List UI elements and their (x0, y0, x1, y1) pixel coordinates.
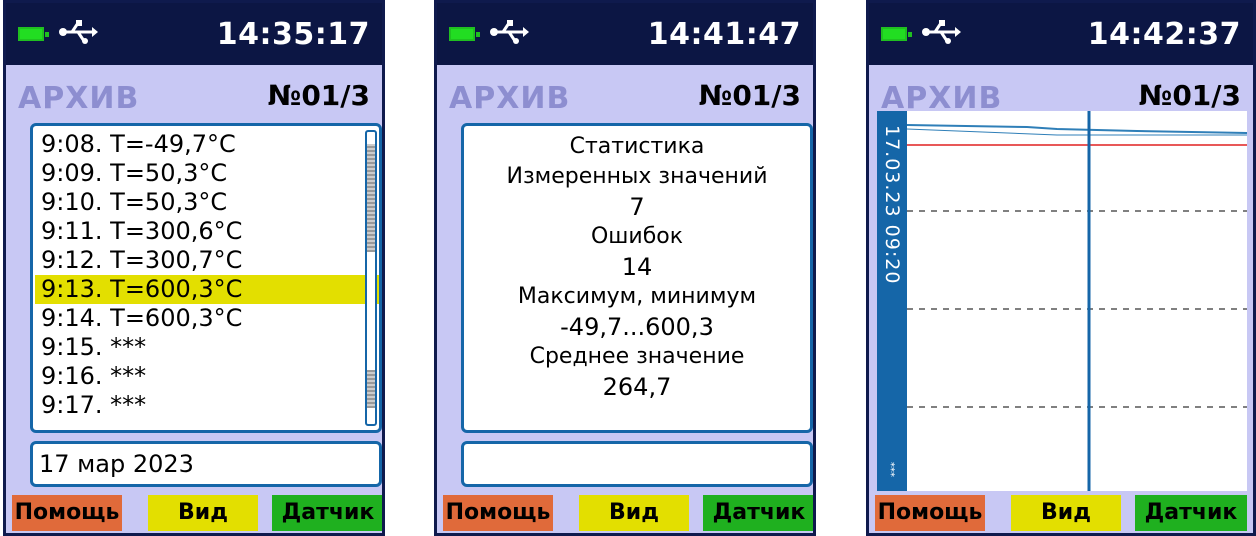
help-button[interactable]: Помощь (12, 495, 122, 531)
time-axis-marker: *** (885, 462, 896, 477)
statistics-panel: Статистика Измеренных значений 7 Ошибок … (461, 123, 813, 433)
record-number: №01/3 (267, 79, 370, 112)
clock: 14:42:37 (1087, 17, 1241, 52)
screen-title: АРХИВ (449, 81, 571, 116)
sensor-button[interactable]: Датчик (1135, 495, 1247, 531)
list-item[interactable]: 9:12. T=300,7°C (35, 246, 377, 275)
archive-list-screen: 14:35:17 АРХИВ №01/3 9:08. T=-49,7°C 9:09… (3, 0, 385, 536)
list-item-selected[interactable]: 9:13. T=600,3°C (35, 275, 379, 304)
title-bar: АРХИВ №01/3 (437, 65, 813, 116)
time-axis-label: 17.03.23 09:20 (881, 125, 903, 285)
list-item[interactable]: 9:17. *** (35, 391, 377, 420)
time-axis: 17.03.23 09:20 *** (877, 111, 907, 491)
average-label: Среднее значение (529, 344, 745, 369)
softkey-bar: Помощь Вид Датчик (869, 489, 1253, 533)
view-button[interactable]: Вид (579, 495, 689, 531)
status-bar: 14:42:37 (869, 3, 1253, 65)
title-bar: АРХИВ №01/3 (6, 65, 382, 116)
date-field: 17 мар 2023 (30, 441, 382, 487)
measured-values-label: Измеренных значений (506, 164, 768, 189)
usb-icon (490, 20, 529, 44)
status-bar: 14:41:47 (437, 3, 813, 65)
usb-icon (922, 20, 961, 44)
softkey-bar: Помощь Вид Датчик (437, 489, 813, 533)
clock: 14:41:47 (647, 17, 801, 52)
archive-list[interactable]: 9:08. T=-49,7°C 9:09. T=50,3°C 9:10. T=50,… (30, 123, 382, 433)
list-item[interactable]: 9:15. *** (35, 333, 377, 362)
statistics-screen: 14:41:47 АРХИВ №01/3 Статистика Измеренн… (434, 0, 816, 536)
scrollbar[interactable] (363, 126, 379, 430)
empty-field (461, 441, 813, 487)
temperature-trace (907, 124, 1247, 134)
battery-icon (449, 27, 480, 41)
status-bar: 14:35:17 (6, 3, 382, 65)
softkey-bar: Помощь Вид Датчик (6, 489, 382, 533)
errors-label: Ошибок (590, 224, 684, 249)
stats-heading: Статистика (569, 134, 705, 159)
sensor-button[interactable]: Датчик (703, 495, 813, 531)
view-button[interactable]: Вид (148, 495, 258, 531)
errors-count: 14 (621, 253, 653, 281)
list-container: 9:08. T=-49,7°C 9:09. T=50,3°C 9:10. T=50,… (35, 130, 379, 420)
help-button[interactable]: Помощь (443, 495, 553, 531)
trend-graph[interactable]: 17.03.23 09:20 *** (877, 111, 1247, 491)
battery-icon (881, 27, 912, 41)
record-number: №01/3 (698, 79, 801, 112)
list-item[interactable]: 9:10. T=50,3°C (35, 188, 377, 217)
sensor-button[interactable]: Датчик (272, 495, 382, 531)
minmax-value: -49,7...600,3 (560, 313, 714, 341)
measured-count: 7 (629, 193, 645, 221)
minmax-label: Максимум, минимум (517, 284, 757, 309)
list-item[interactable]: 9:16. *** (35, 362, 377, 391)
screen-title: АРХИВ (18, 81, 140, 116)
scrollbar-thumb[interactable] (367, 144, 375, 252)
list-item[interactable]: 9:11. T=300,6°C (35, 217, 377, 246)
usb-icon (59, 20, 98, 44)
average-value: 264,7 (602, 373, 672, 401)
graph-plot (907, 111, 1247, 491)
record-number: №01/3 (1138, 79, 1241, 112)
list-item[interactable]: 9:14. T=600,3°C (35, 304, 377, 333)
title-bar: АРХИВ №01/3 (869, 65, 1253, 116)
graph-screen: 14:42:37 АРХИВ №01/3 17.03.23 09:20 *** … (866, 0, 1256, 536)
help-button[interactable]: Помощь (875, 495, 985, 531)
list-item[interactable]: 9:08. T=-49,7°C (35, 130, 377, 159)
view-button[interactable]: Вид (1011, 495, 1121, 531)
list-item[interactable]: 9:09. T=50,3°C (35, 159, 377, 188)
clock: 14:35:17 (216, 17, 370, 52)
battery-icon (18, 27, 49, 41)
scrollbar-thumb-lower (367, 370, 375, 408)
